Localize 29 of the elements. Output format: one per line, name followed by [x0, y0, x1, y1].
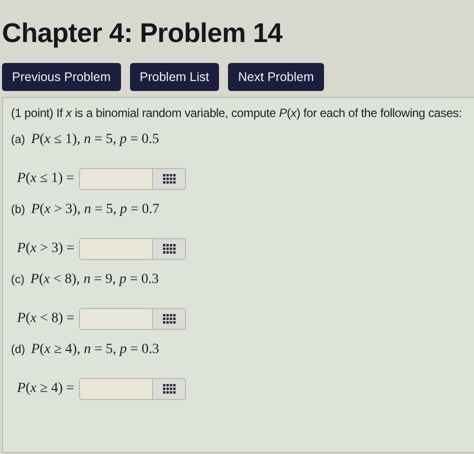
- answer-field[interactable]: [79, 308, 152, 330]
- keypad-button[interactable]: [152, 308, 186, 330]
- question-expression: P(x ≥ 4), n = 5, p = 0.3: [31, 342, 160, 358]
- keypad-button[interactable]: [152, 168, 186, 190]
- question-expression: P(x < 8), n = 9, p = 0.3: [30, 272, 159, 288]
- problem-statement: (1 point) If x is a binomial random variable, compute P(x) for each of the following cases:: [11, 106, 463, 120]
- answer-label: P(x ≤ 1) =: [17, 171, 74, 187]
- part-label: (d): [11, 344, 26, 356]
- grid-icon: [162, 314, 176, 324]
- question-expression: P(x ≤ 1), n = 5, p = 0.5: [31, 132, 160, 148]
- part-label: (c): [11, 274, 24, 286]
- keypad-button[interactable]: [152, 378, 186, 400]
- part-label: (b): [11, 204, 26, 216]
- page-title: Chapter 4: Problem 14: [1, 17, 284, 49]
- answer-label: P(x < 8) =: [17, 311, 74, 327]
- keypad-button[interactable]: [152, 238, 186, 260]
- answer-field[interactable]: [79, 238, 152, 260]
- question-expression: P(x > 3), n = 5, p = 0.7: [31, 202, 160, 218]
- grid-icon: [162, 244, 176, 254]
- nav-button[interactable]: Next Problem: [228, 63, 324, 91]
- grid-icon: [162, 384, 176, 394]
- answer-field[interactable]: [79, 168, 152, 190]
- part-label: (a): [11, 134, 26, 146]
- answer-label: P(x ≥ 4) =: [17, 381, 74, 397]
- answer-field[interactable]: [79, 378, 152, 400]
- nav-button[interactable]: Previous Problem: [2, 63, 121, 91]
- grid-icon: [162, 174, 176, 184]
- answer-label: P(x > 3) =: [17, 241, 74, 257]
- nav-button[interactable]: Problem List: [130, 63, 220, 91]
